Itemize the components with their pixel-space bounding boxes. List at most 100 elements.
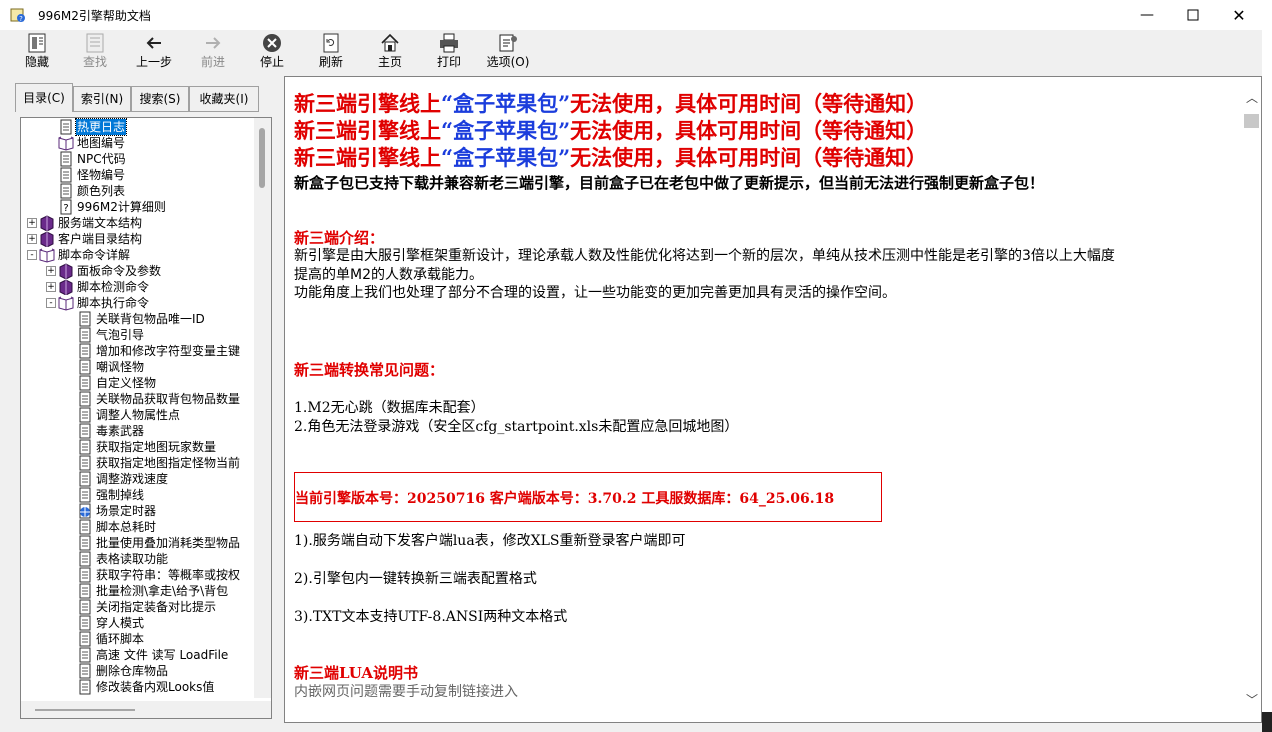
maximize-button[interactable] [1170, 0, 1216, 30]
tree-item[interactable]: 增加和修改字符型变量主键 [21, 343, 253, 359]
tree-item[interactable]: - 脚本命令详解 [21, 247, 253, 263]
tree-item[interactable]: 怪物编号 [21, 167, 253, 183]
tree-item-label: 地图编号 [77, 136, 126, 150]
home-label: 主页 [377, 55, 402, 69]
expand-plus-icon[interactable]: + [27, 234, 37, 244]
faq-item-2: 2.角色无法登录游戏（安全区cfg_startpoint.xls未配置应急回城地… [294, 419, 739, 435]
book-icon [58, 279, 74, 296]
hide-label: 隐藏 [24, 55, 49, 69]
tree-item[interactable]: 地图编号 [21, 135, 253, 151]
tab-index[interactable]: 索引(N) [73, 86, 131, 112]
collapse-minus-icon[interactable]: - [46, 298, 56, 308]
page-icon [77, 583, 93, 599]
tree-item[interactable]: 嘲讽怪物 [21, 359, 253, 375]
tree-item[interactable]: 穿人模式 [21, 615, 253, 631]
tree-item[interactable]: + 面板命令及参数 [21, 263, 253, 280]
collapse-minus-icon[interactable]: - [27, 250, 37, 260]
expand-plus-icon[interactable]: + [27, 218, 37, 228]
page-icon [77, 311, 93, 327]
tree-item-label: 表格读取功能 [96, 552, 169, 566]
tree-vertical-scrollbar[interactable] [254, 118, 271, 698]
tree-item[interactable]: 场景定时器 [21, 503, 253, 519]
tree-item[interactable]: 删除仓库物品 [21, 663, 253, 679]
print-button[interactable]: 打印 [422, 32, 476, 72]
version-box: 当前引擎版本号：20250716 客户端版本号：3.70.2 工具服数据库：64… [294, 472, 882, 522]
warning-text: 无法使用，具体可用时间（等待通知） [570, 145, 928, 170]
toolbar: 隐藏 查找 上一步 前进 停止 刷新 主页 打印 选项(O) [0, 30, 1262, 74]
warning-text: 新三端引擎线上 [294, 118, 441, 143]
tree-item-label: 996M2计算细则 [77, 200, 166, 214]
tree-item[interactable]: 颜色列表 [21, 183, 253, 199]
tree-item[interactable]: 高速 文件 读写 LoadFile [21, 647, 253, 663]
tree-horizontal-scrollbar[interactable] [21, 701, 271, 718]
page-icon [77, 647, 93, 663]
tree-item-label: 怪物编号 [77, 168, 126, 182]
print-label: 打印 [436, 55, 461, 69]
forward-button[interactable]: 前进 [186, 32, 240, 72]
warning-text: 新三端引擎线上 [294, 91, 441, 116]
tree-item[interactable]: + 脚本检测命令 [21, 279, 253, 296]
tree-scroll-thumb[interactable] [259, 128, 265, 188]
tree-item[interactable]: 毒素武器 [21, 423, 253, 439]
tree-item[interactable]: 表格读取功能 [21, 551, 253, 567]
tree-item[interactable]: 批量使用叠加消耗类型物品 [21, 535, 253, 551]
tree-item[interactable]: 修改装备内观Looks值 [21, 679, 253, 695]
options-button[interactable]: 选项(O) [481, 32, 535, 72]
book-open-icon [58, 295, 74, 311]
tree-item-label: 颜色列表 [77, 184, 126, 198]
back-button[interactable]: 上一步 [127, 32, 181, 72]
tree-item[interactable]: 热更日志 [21, 118, 253, 136]
tree-item-label: 获取指定地图玩家数量 [96, 440, 217, 454]
tab-search[interactable]: 搜索(S) [131, 86, 189, 112]
tree-item[interactable]: 强制掉线 [21, 487, 253, 503]
tree-item[interactable]: ? 996M2计算细则 [21, 199, 253, 215]
tree-item-label: 脚本执行命令 [77, 296, 150, 310]
expand-plus-icon[interactable]: + [46, 282, 56, 292]
scroll-down-icon[interactable]: ﹀ [1245, 691, 1259, 708]
tree-item[interactable]: 调整游戏速度 [21, 471, 253, 487]
content-scroll-thumb[interactable] [1244, 114, 1259, 128]
tree-item[interactable]: + 客户端目录结构 [21, 231, 253, 248]
page-icon [77, 551, 93, 567]
intro-paragraph-2: 功能角度上我们也处理了部分不合理的设置，让一些功能变的更加完善更加具有灵活的操作… [294, 285, 896, 301]
intro-paragraph-line-1: 新引擎是由大服引擎框架重新设计，理论承载人数及性能优化将达到一个新的层次，单纯从… [294, 248, 1115, 264]
scroll-up-icon[interactable]: ︿ [1245, 89, 1259, 106]
tree-item[interactable]: 批量检测\拿走\给予\背包 [21, 583, 253, 599]
find-button[interactable]: 查找 [68, 32, 122, 72]
tab-favorites[interactable]: 收藏夹(I) [189, 86, 259, 112]
tree-item[interactable]: 气泡引导 [21, 327, 253, 343]
tree-hscroll-thumb[interactable] [35, 709, 135, 711]
topic-content-pane: 新三端引擎线上“盒子苹果包”无法使用，具体可用时间（等待通知） 新三端引擎线上“… [284, 76, 1262, 723]
tree-item[interactable]: - 脚本执行命令 [21, 295, 253, 311]
tree-item[interactable]: NPC代码 [21, 151, 253, 167]
minimize-button[interactable]: — [1124, 0, 1170, 30]
home-button[interactable]: 主页 [363, 32, 417, 72]
tree-item[interactable]: + 服务端文本结构 [21, 215, 253, 232]
page-icon [58, 119, 74, 135]
tree-item[interactable]: 脚本总耗时 [21, 519, 253, 535]
page-icon [77, 599, 93, 615]
tab-contents[interactable]: 目录(C) [15, 83, 73, 112]
tree-item[interactable]: 获取指定地图指定怪物当前 [21, 455, 253, 471]
expand-plus-icon[interactable]: + [46, 266, 56, 276]
tree-item[interactable]: 调整人物属性点 [21, 407, 253, 423]
tree-item[interactable]: 关联物品获取背包物品数量 [21, 391, 253, 407]
stop-button[interactable]: 停止 [245, 32, 299, 72]
lua-manual-heading[interactable]: 新三端LUA说明书 [294, 662, 418, 683]
tree-item[interactable]: 关闭指定装备对比提示 [21, 599, 253, 615]
warning-text: 无法使用，具体可用时间（等待通知） [570, 118, 928, 143]
content-vertical-scrollbar[interactable]: ︿ ﹀ [1243, 77, 1261, 722]
hide-button[interactable]: 隐藏 [10, 32, 64, 72]
tree-item[interactable]: 获取指定地图玩家数量 [21, 439, 253, 455]
tree-item[interactable]: 获取字符串：等概率或按权 [21, 567, 253, 583]
tree-item[interactable]: 循环脚本 [21, 631, 253, 647]
tree-item[interactable]: 自定义怪物 [21, 375, 253, 391]
version-info: 当前引擎版本号：20250716 客户端版本号：3.70.2 工具服数据库：64… [295, 491, 835, 507]
tree-item-label: 穿人模式 [96, 616, 145, 630]
close-window-button[interactable]: ✕ [1216, 0, 1262, 30]
title-bar: ? 996M2引擎帮助文档 — ✕ [0, 0, 1262, 30]
tree-item[interactable]: 关联背包物品唯一ID [21, 311, 253, 327]
tree-item-label: 批量检测\拿走\给予\背包 [96, 584, 229, 598]
refresh-button[interactable]: 刷新 [304, 32, 358, 72]
faq-item-1: 1.M2无心跳（数据库未配套） [294, 400, 485, 416]
